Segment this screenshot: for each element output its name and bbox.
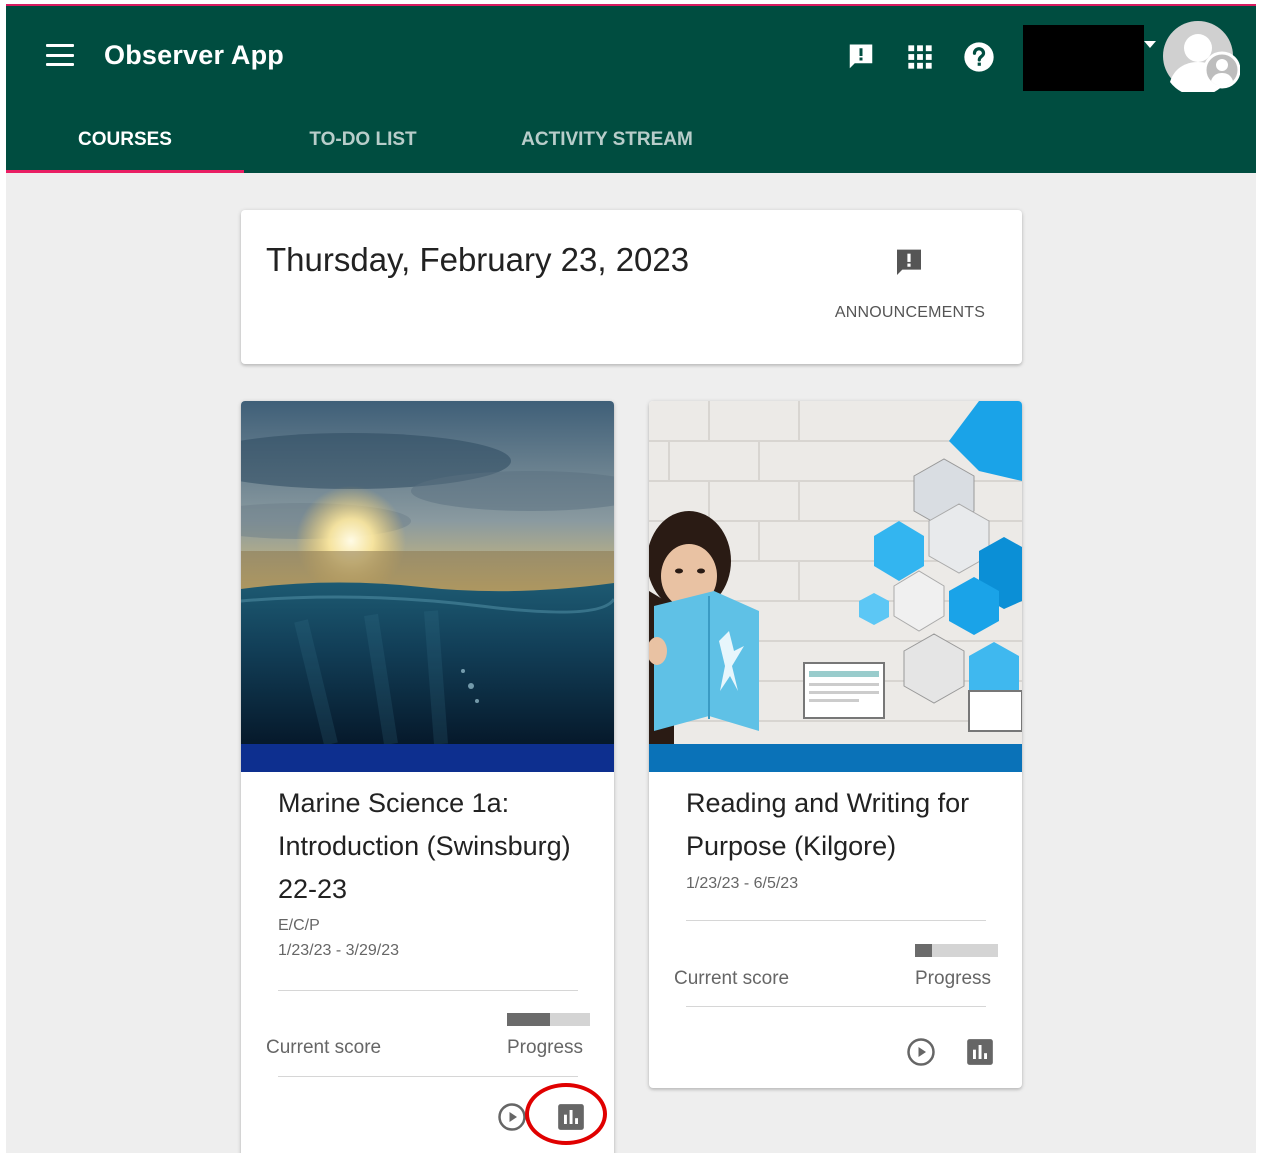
announcement-icon[interactable] bbox=[844, 40, 878, 74]
course-card: Reading and Writing for Purpose (Kilgore… bbox=[649, 401, 1022, 1088]
play-icon[interactable] bbox=[905, 1036, 937, 1068]
tab-courses[interactable]: COURSES bbox=[6, 106, 244, 173]
progress-label: Progress bbox=[915, 968, 992, 989]
help-icon[interactable] bbox=[962, 40, 996, 74]
divider bbox=[278, 1076, 578, 1077]
app-frame: Observer App COURSES TO-DO LIST ACTIVITY… bbox=[6, 4, 1256, 1153]
divider bbox=[686, 920, 986, 921]
tab-bar: COURSES TO-DO LIST ACTIVITY STREAM bbox=[6, 106, 1256, 173]
announcement-icon[interactable] bbox=[889, 243, 929, 283]
progress-bar bbox=[507, 1013, 590, 1026]
app-bar: Observer App COURSES TO-DO LIST ACTIVITY… bbox=[6, 4, 1256, 173]
play-icon[interactable] bbox=[496, 1101, 528, 1133]
current-date: Thursday, February 23, 2023 bbox=[266, 241, 690, 278]
account-caret-icon[interactable] bbox=[1144, 41, 1156, 48]
highlight-annotation-circle bbox=[525, 1083, 607, 1145]
course-code: E/C/P bbox=[278, 917, 320, 934]
grades-chart-icon[interactable] bbox=[964, 1036, 996, 1068]
progress-fill bbox=[507, 1013, 551, 1026]
app-title: Observer App bbox=[104, 40, 284, 70]
avatar[interactable] bbox=[1162, 20, 1241, 97]
apps-grid-icon[interactable] bbox=[903, 40, 937, 74]
course-card: Marine Science 1a: Introduction (Swinsbu… bbox=[241, 401, 614, 1153]
current-score-label: Current score bbox=[674, 968, 790, 989]
announcements-link[interactable]: ANNOUNCEMENTS bbox=[825, 304, 995, 322]
course-image-ocean-sunset[interactable] bbox=[241, 401, 614, 746]
current-score-label: Current score bbox=[266, 1037, 382, 1058]
divider bbox=[278, 990, 578, 991]
course-color-band bbox=[241, 744, 614, 772]
progress-label: Progress bbox=[507, 1037, 584, 1058]
course-dates: 1/23/23 - 3/29/23 bbox=[278, 942, 399, 959]
redacted-user-name bbox=[1023, 25, 1144, 91]
course-image-reading-student[interactable] bbox=[649, 401, 1022, 744]
menu-icon[interactable] bbox=[46, 44, 74, 66]
divider bbox=[686, 1006, 986, 1007]
course-title[interactable]: Reading and Writing for Purpose (Kilgore… bbox=[686, 782, 996, 868]
progress-fill bbox=[915, 944, 932, 957]
date-card: Thursday, February 23, 2023 ANNOUNCEMENT… bbox=[241, 210, 1022, 364]
progress-bar bbox=[915, 944, 998, 957]
course-dates: 1/23/23 - 6/5/23 bbox=[686, 875, 799, 892]
tab-activity-stream[interactable]: ACTIVITY STREAM bbox=[482, 106, 732, 173]
course-title[interactable]: Marine Science 1a: Introduction (Swinsbu… bbox=[278, 782, 588, 911]
tab-to-do-list[interactable]: TO-DO LIST bbox=[244, 106, 482, 173]
course-color-band bbox=[649, 744, 1022, 772]
